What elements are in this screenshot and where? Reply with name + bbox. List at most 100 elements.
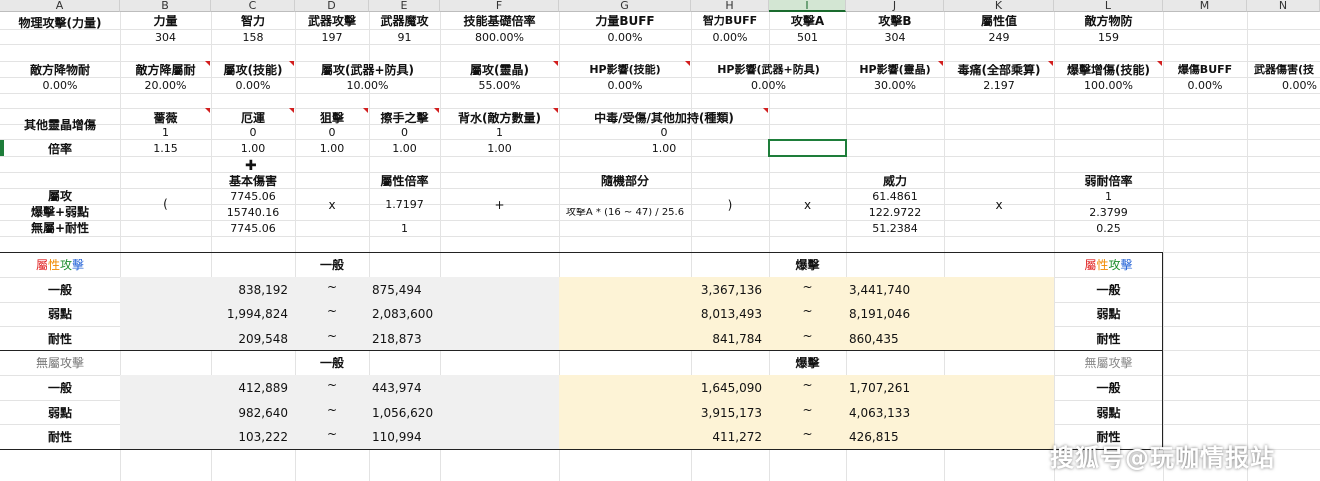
row4-value-g[interactable]: 0.00%	[559, 80, 691, 91]
row2-value-l[interactable]: 159	[1054, 32, 1163, 43]
row2-value-h[interactable]: 0.00%	[691, 32, 769, 43]
column-header-i[interactable]: I	[769, 0, 846, 12]
column-header-b[interactable]: B	[120, 0, 211, 12]
weak-rate-none[interactable]: 0.25	[1054, 223, 1163, 234]
column-header-k[interactable]: K	[944, 0, 1054, 12]
row5-value-e[interactable]: 0	[369, 127, 440, 138]
weak-rate-attr[interactable]: 1	[1054, 191, 1163, 202]
row5-value-c[interactable]: 0	[211, 127, 295, 138]
power-none[interactable]: 51.2384	[846, 223, 944, 234]
table1-crit-min[interactable]: 3,367,136	[559, 284, 762, 296]
row6-value-e[interactable]: 1.00	[369, 143, 440, 154]
row4-value-a[interactable]: 0.00%	[0, 80, 120, 91]
row6-value-d[interactable]: 1.00	[295, 143, 369, 154]
row2-value-f[interactable]: 800.00%	[440, 32, 559, 43]
row6-value-g[interactable]: 1.00	[559, 143, 769, 154]
row5-value-d[interactable]: 0	[295, 127, 369, 138]
attr-rate-2[interactable]: 1	[369, 223, 440, 234]
table1-normal-max[interactable]: 875,494	[372, 284, 492, 296]
close-paren: )	[727, 199, 733, 211]
row2-value-j[interactable]: 304	[846, 32, 944, 43]
row1-label-h: 智力BUFF	[702, 15, 758, 26]
column-header-h[interactable]: H	[691, 0, 769, 12]
row5-value-b[interactable]: 1	[120, 127, 211, 138]
row4-value-j[interactable]: 30.00%	[846, 80, 944, 91]
row3-label-g: HP影響(技能)	[589, 64, 661, 75]
row1-label-a: 物理攻擊(力量)	[18, 17, 102, 29]
row6-value-b[interactable]: 1.15	[120, 143, 211, 154]
row4-value-f[interactable]: 55.00%	[440, 80, 559, 91]
row5-value-f[interactable]: 1	[440, 127, 559, 138]
table2-crit-min[interactable]: 411,272	[559, 431, 762, 443]
table1-normal-header: 一般	[319, 259, 344, 271]
table2-normal-min[interactable]: 982,640	[120, 407, 288, 419]
row2-value-d[interactable]: 197	[295, 32, 369, 43]
row4-value-k[interactable]: 2.197	[944, 80, 1054, 91]
column-header-m[interactable]: M	[1163, 0, 1247, 12]
tilde: ~	[802, 330, 813, 342]
row4-value-de[interactable]: 10.00%	[295, 80, 440, 91]
table2-normal-max[interactable]: 110,994	[372, 431, 492, 443]
row2-value-i[interactable]: 501	[769, 32, 846, 43]
selected-cell[interactable]	[768, 139, 847, 157]
table1-normal-max[interactable]: 2,083,600	[372, 308, 492, 320]
table1-normal-min[interactable]: 1,994,824	[120, 308, 288, 320]
row2-value-e[interactable]: 91	[369, 32, 440, 43]
column-header-c[interactable]: C	[211, 0, 295, 12]
table2-normal-min[interactable]: 412,889	[120, 382, 288, 394]
column-header-l[interactable]: L	[1054, 0, 1163, 12]
row1-label-i: 攻擊A	[790, 15, 825, 27]
column-header-f[interactable]: F	[440, 0, 559, 12]
table2-normal-max[interactable]: 443,974	[372, 382, 492, 394]
column-header-e[interactable]: E	[369, 0, 440, 12]
row4-value-l[interactable]: 100.00%	[1054, 80, 1163, 91]
attr-rate-1[interactable]: 1.7197	[369, 199, 440, 210]
table2-crit-min[interactable]: 1,645,090	[559, 382, 762, 394]
row5-value-g[interactable]: 0	[559, 127, 769, 138]
table2-crit-max[interactable]: 1,707,261	[849, 382, 969, 394]
table1-normal-min[interactable]: 838,192	[120, 284, 288, 296]
random-part-formula[interactable]: 攻擊A * (16 ~ 47) / 25.6	[559, 208, 691, 218]
row1-label-l: 敵方物防	[1084, 15, 1133, 27]
table1-title-char: 性	[47, 259, 60, 271]
row4-value-b[interactable]: 20.00%	[120, 80, 211, 91]
row2-value-c[interactable]: 158	[211, 32, 295, 43]
table2-crit-min[interactable]: 3,915,173	[559, 407, 762, 419]
column-header-a[interactable]: A	[0, 0, 120, 12]
power-crit[interactable]: 122.9722	[846, 207, 944, 218]
table1-row-label: 一般	[47, 284, 72, 296]
column-header-n[interactable]: N	[1247, 0, 1320, 12]
column-header-j[interactable]: J	[846, 0, 944, 12]
table1-crit-max[interactable]: 8,191,046	[849, 308, 969, 320]
table1-crit-max[interactable]: 3,441,740	[849, 284, 969, 296]
tilde: ~	[802, 305, 813, 317]
base-damage-crit[interactable]: 15740.16	[211, 207, 295, 218]
table2-crit-max[interactable]: 426,815	[849, 431, 969, 443]
row2-value-g[interactable]: 0.00%	[559, 32, 691, 43]
base-damage-attr[interactable]: 7745.06	[211, 191, 295, 202]
row2-value-k[interactable]: 249	[944, 32, 1054, 43]
base-damage-none[interactable]: 7745.06	[211, 223, 295, 234]
table1-crit-min[interactable]: 841,784	[559, 333, 762, 345]
table2-normal-max[interactable]: 1,056,620	[372, 407, 492, 419]
row6-value-f[interactable]: 1.00	[440, 143, 559, 154]
row6-value-c[interactable]: 1.00	[211, 143, 295, 154]
power-attr[interactable]: 61.4861	[846, 191, 944, 202]
row4-value-n[interactable]: 0.00%	[1247, 80, 1317, 91]
table1-normal-min[interactable]: 209,548	[120, 333, 288, 345]
attr-rate-header: 屬性倍率	[380, 175, 429, 187]
table2-normal-min[interactable]: 103,222	[120, 431, 288, 443]
row3-label-b: 敵方降屬耐	[135, 64, 196, 76]
weak-rate-crit[interactable]: 2.3799	[1054, 207, 1163, 218]
row4-value-m[interactable]: 0.00%	[1163, 80, 1247, 91]
column-header-d[interactable]: D	[295, 0, 369, 12]
column-header-g[interactable]: G	[559, 0, 691, 12]
table2-crit-max[interactable]: 4,063,133	[849, 407, 969, 419]
table1-crit-max[interactable]: 860,435	[849, 333, 969, 345]
table1-normal-max[interactable]: 218,873	[372, 333, 492, 345]
row4-value-hi[interactable]: 0.00%	[691, 80, 846, 91]
row2-value-b[interactable]: 304	[120, 32, 211, 43]
table1-crit-min[interactable]: 8,013,493	[559, 308, 762, 320]
row4-value-c[interactable]: 0.00%	[211, 80, 295, 91]
table1-title-char: 屬	[35, 259, 48, 271]
